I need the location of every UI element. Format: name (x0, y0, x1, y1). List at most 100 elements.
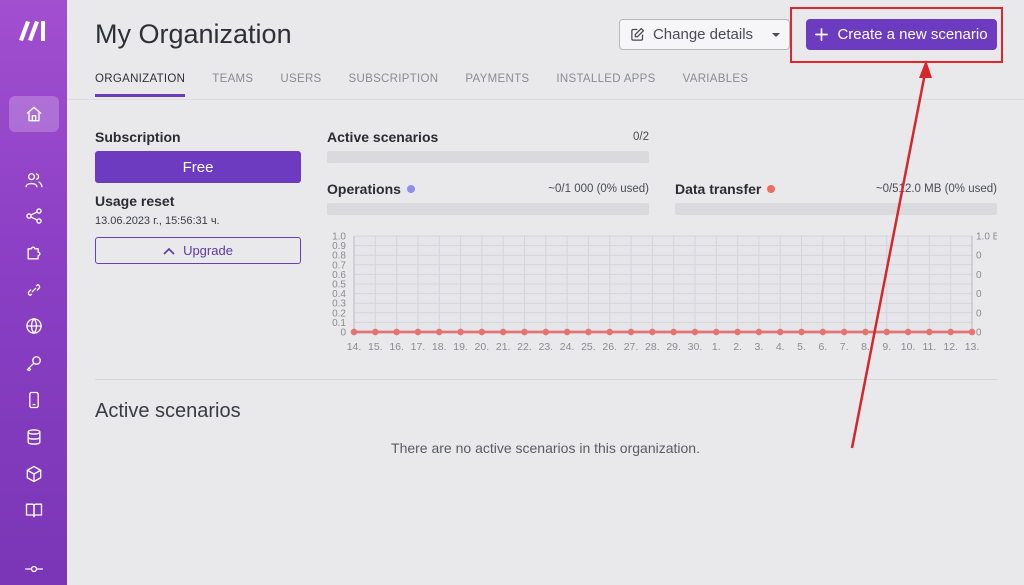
chart-y2-tick-label: 0 (976, 328, 982, 339)
chart-data-point (883, 328, 890, 336)
key-icon[interactable] (22, 351, 46, 375)
chart-x-tick-label: 27. (624, 341, 639, 353)
chart-x-tick-label: 23. (538, 341, 553, 353)
operations-bar (327, 203, 649, 215)
upgrade-button[interactable]: Upgrade (95, 237, 301, 264)
chart-data-point (350, 328, 358, 336)
link-icon[interactable] (22, 278, 46, 302)
chart-x-tick-label: 12. (943, 341, 958, 353)
chart-x-tick-label: 17. (411, 341, 426, 353)
chart-data-point (372, 328, 379, 336)
chart-x-tick-label: 11. (922, 341, 936, 353)
commit-icon[interactable] (22, 557, 46, 581)
tab-users[interactable]: USERS (280, 73, 321, 99)
chart-x-tick-label: 3. (755, 341, 764, 353)
chart-x-tick-label: 9. (882, 341, 891, 353)
change-details-label: Change details (652, 26, 754, 43)
mobile-icon[interactable] (22, 388, 46, 412)
chart-x-tick-label: 16. (389, 341, 404, 353)
chart-data-point (478, 328, 486, 336)
chart-data-point (627, 328, 635, 336)
tab-variables[interactable]: VARIABLES (683, 73, 749, 99)
chart-x-tick-label: 14. (347, 341, 362, 353)
chart-y2-tick-label: 0 (976, 289, 982, 300)
chart-x-tick-label: 1. (712, 341, 721, 353)
data-transfer-value: ~0/512.0 MB (0% used) (875, 183, 997, 195)
tab-teams[interactable]: TEAMS (212, 73, 253, 99)
data-transfer-legend-dot (767, 185, 776, 193)
data-transfer-label: Data transfer (675, 181, 762, 197)
chart-y-tick-label: 0 (340, 328, 346, 339)
operations-value: ~0/1 000 (0% used) (548, 183, 649, 195)
chevron-up-icon (163, 247, 175, 255)
chart-x-tick-label: 29. (666, 341, 681, 353)
chart-x-tick-label: 20. (475, 341, 490, 353)
caret-down-icon (772, 32, 780, 37)
chart-x-tick-label: 6. (818, 341, 827, 353)
chart-data-point (798, 328, 805, 336)
chart-y2-tick-label: 1.0 B (976, 232, 997, 243)
operations-legend-dot (406, 185, 415, 193)
make-logo[interactable] (17, 18, 51, 42)
active-scenarios-bar (327, 151, 649, 163)
book-icon[interactable] (22, 498, 46, 522)
chart-data-point (457, 328, 464, 336)
chart-x-tick-label: 18. (432, 341, 447, 353)
chart-data-point (563, 328, 571, 336)
chart-x-tick-label: 13. (965, 341, 980, 353)
annotation-highlight-box (790, 7, 1003, 63)
change-details-dropdown[interactable] (763, 19, 790, 50)
change-details-button[interactable]: Change details (619, 19, 764, 50)
tab-bar: ORGANIZATION TEAMS USERS SUBSCRIPTION PA… (95, 73, 775, 99)
chart-x-tick-label: 25. (581, 341, 596, 353)
chart-x-tick-label: 24. (560, 341, 575, 353)
chart-data-point (968, 328, 976, 336)
chart-x-tick-label: 26. (602, 341, 617, 353)
section-divider (95, 379, 998, 380)
chart-x-tick-label: 21. (496, 341, 511, 353)
chart-x-tick-label: 10. (901, 341, 916, 353)
tab-divider (67, 99, 1024, 100)
home-icon[interactable] (22, 102, 46, 126)
chart-data-point (947, 328, 954, 336)
chart-data-point (819, 328, 827, 336)
chart-data-point (840, 328, 848, 336)
chart-x-tick-label: 4. (776, 341, 785, 353)
chart-data-point (777, 328, 784, 336)
chart-x-tick-label: 19. (453, 341, 468, 353)
chart-data-point (713, 328, 720, 336)
edit-icon (631, 27, 645, 41)
chart-data-point (904, 328, 912, 336)
subscription-label: Subscription (95, 129, 181, 145)
empty-state-message: There are no active scenarios in this or… (391, 440, 700, 456)
data-transfer-heading: Data transfer (675, 181, 776, 197)
users-icon[interactable] (22, 168, 46, 192)
chart-data-point (691, 328, 699, 336)
globe-icon[interactable] (22, 314, 46, 338)
subscription-plan-badge: Free (95, 151, 301, 183)
tab-installed-apps[interactable]: INSTALLED APPS (556, 73, 655, 99)
operations-label: Operations (327, 181, 401, 197)
chart-x-tick-label: 7. (840, 341, 849, 353)
tab-subscription[interactable]: SUBSCRIPTION (349, 73, 439, 99)
usage-reset-label: Usage reset (95, 193, 175, 209)
data-transfer-bar (675, 203, 997, 215)
chart-data-point (670, 328, 677, 336)
active-scenarios-label: Active scenarios (327, 129, 439, 145)
puzzle-icon[interactable] (22, 241, 46, 265)
chart-data-point (499, 328, 507, 336)
tab-payments[interactable]: PAYMENTS (465, 73, 529, 99)
chart-x-tick-label: 5. (797, 341, 806, 353)
cube-icon[interactable] (22, 462, 46, 486)
sidebar (0, 0, 67, 585)
tab-organization[interactable]: ORGANIZATION (95, 73, 186, 99)
chart-x-tick-label: 30. (688, 341, 703, 353)
page-title: My Organization (95, 19, 292, 49)
chart-data-point (542, 328, 549, 336)
chart-data-point (926, 328, 933, 336)
chart-data-point (755, 328, 763, 336)
share-icon[interactable] (22, 204, 46, 228)
chart-x-tick-label: 22. (517, 341, 532, 353)
chart-data-point (649, 328, 656, 336)
chart-x-tick-label: 2. (733, 341, 742, 353)
